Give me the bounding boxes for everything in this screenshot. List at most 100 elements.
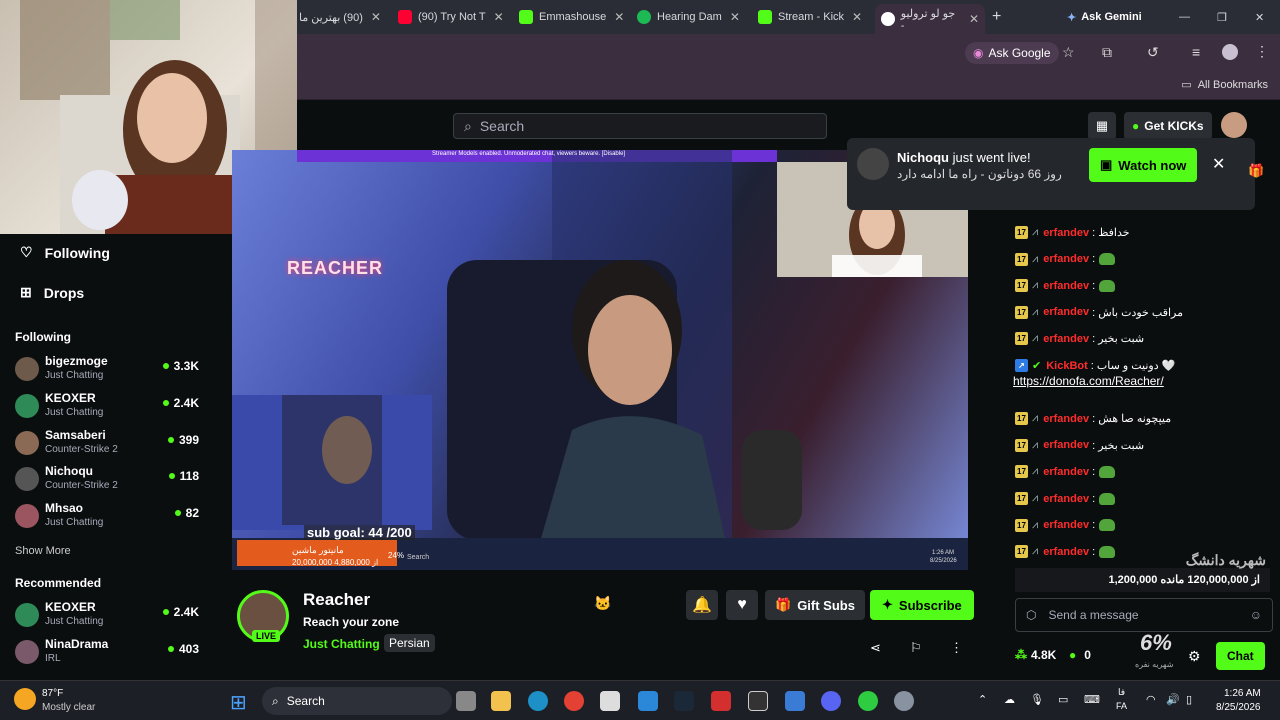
weather-temp[interactable]: 87°F [42, 688, 63, 699]
subscribe-button[interactable]: ✦ Subscribe [870, 590, 974, 620]
new-tab-button[interactable]: + [992, 6, 1001, 28]
video-player[interactable]: Streamer Models enabled. Unmoderated cha… [232, 150, 968, 570]
task-view-icon[interactable] [456, 691, 476, 711]
channel-item[interactable]: Nichoqu Counter-Strike 2 118 [15, 464, 205, 498]
sidebar-item-drops[interactable]: ⊞ Drops [20, 284, 84, 301]
chat-username[interactable]: KickBot [1046, 360, 1088, 372]
chat-input[interactable]: ⬡ Send a message ☺ [1015, 598, 1273, 632]
language-indicator-top[interactable]: فا [1118, 687, 1125, 698]
history-icon[interactable]: ↺ [1147, 44, 1159, 61]
share-icon[interactable]: ⋖ [870, 640, 881, 656]
menu-kebab-icon[interactable]: ⋮ [1255, 43, 1269, 60]
more-options-icon[interactable]: ⋮ [950, 640, 963, 656]
streamer-name[interactable]: Reacher [303, 590, 370, 610]
weather-desc[interactable]: Mostly clear [42, 702, 95, 713]
chat-username[interactable]: erfandev [1043, 413, 1089, 425]
chrome-icon[interactable] [564, 691, 584, 711]
browser-tab[interactable]: (90) بهترین ما ✕ [299, 6, 394, 28]
discord-icon[interactable] [821, 691, 841, 711]
chat-link[interactable]: https://donofa.com/Reacher/ [1013, 374, 1164, 388]
chat-username[interactable]: erfandev [1043, 546, 1089, 558]
gift-icon[interactable]: 🎁 [1248, 163, 1264, 179]
channel-item[interactable]: bigezmoge Just Chatting 3.3K [15, 354, 205, 388]
watch-now-button[interactable]: ▣ Watch now [1089, 148, 1198, 182]
tab-label: (90) Try Not T [418, 11, 486, 23]
close-tab-icon[interactable]: ✕ [969, 12, 979, 26]
chat-username[interactable]: erfandev [1043, 306, 1089, 318]
edge-icon[interactable] [528, 691, 548, 711]
volume-icon[interactable]: 🔊 [1166, 693, 1180, 706]
channel-item[interactable]: KEOXER Just Chatting 2.4K [15, 391, 205, 425]
show-more-link[interactable]: Show More [15, 545, 71, 557]
maximize-button[interactable]: ❐ [1217, 6, 1227, 28]
stream-category[interactable]: Just Chatting [303, 637, 380, 651]
clock-date[interactable]: 8/25/2026 [1216, 702, 1261, 713]
store-icon[interactable] [600, 691, 620, 711]
get-kicks-button[interactable]: ● Get KICKs [1124, 112, 1212, 140]
close-tab-icon[interactable]: ✕ [494, 10, 504, 24]
windows-start-icon[interactable]: ⊞ [230, 690, 247, 715]
close-tab-icon[interactable]: ✕ [852, 10, 862, 24]
chat-send-button[interactable]: Chat [1216, 642, 1265, 670]
chat-username[interactable]: erfandev [1043, 280, 1089, 292]
channel-item[interactable]: Samsaberi Counter-Strike 2 399 [15, 428, 205, 462]
close-tab-icon[interactable]: ✕ [371, 10, 381, 24]
chat-username[interactable]: erfandev [1043, 333, 1089, 345]
clip-icon[interactable]: ⚐ [910, 640, 922, 656]
settings-gear-icon[interactable] [894, 691, 914, 711]
close-tab-icon[interactable]: ✕ [730, 10, 740, 24]
emoji-icon[interactable]: ☺ [1250, 608, 1262, 622]
chat-username[interactable]: erfandev [1043, 493, 1089, 505]
chat-username[interactable]: erfandev [1043, 253, 1089, 265]
channel-item[interactable]: KEOXER Just Chatting 2.4K [15, 600, 205, 634]
stream-tag[interactable]: Persian [384, 634, 435, 652]
taskbar-search[interactable]: ⌕ Search [262, 687, 452, 715]
language-indicator[interactable]: FA [1116, 701, 1127, 711]
browser-tab[interactable]: Emmashouse ✕ [519, 6, 629, 28]
extensions-icon[interactable]: ⧉ [1102, 44, 1112, 61]
browser-tab[interactable]: (90) Try Not T ✕ [398, 6, 508, 28]
all-bookmarks-button[interactable]: ▭ All Bookmarks [1181, 78, 1268, 92]
close-tab-icon[interactable]: ✕ [614, 10, 624, 24]
tray-chevron-up-icon[interactable]: ⌃ [978, 693, 987, 706]
browser-tab[interactable]: Hearing Dam ✕ [637, 6, 747, 28]
profile-avatar[interactable] [1222, 44, 1238, 60]
close-window-button[interactable]: ✕ [1255, 6, 1264, 28]
steam-icon[interactable] [674, 691, 694, 711]
bookmark-star-icon[interactable]: ☆ [1062, 44, 1075, 61]
clock-time[interactable]: 1:26 AM [1224, 688, 1261, 699]
ask-gemini-button[interactable]: ✦ Ask Gemini [1067, 6, 1142, 28]
visual-studio-icon[interactable] [638, 691, 658, 711]
chat-username[interactable]: erfandev [1043, 466, 1089, 478]
ask-google-button[interactable]: ◉ Ask Google [965, 42, 1059, 64]
notification-bell-button[interactable]: 🔔 [686, 590, 718, 620]
search-input[interactable]: ⌕ Search [453, 113, 827, 139]
reading-list-icon[interactable]: ≡ [1192, 44, 1200, 60]
user-avatar[interactable] [1221, 112, 1247, 138]
display-icon[interactable]: ▭ [1058, 693, 1068, 706]
kick-app-icon[interactable] [858, 691, 878, 711]
browser-tab[interactable]: Stream - Kick ✕ [758, 6, 868, 28]
chat-username[interactable]: erfandev [1043, 439, 1089, 451]
chat-username[interactable]: erfandev [1043, 519, 1089, 531]
browser-tab-active[interactable]: جو لو ترولیو - ✕ [875, 4, 985, 34]
follow-button[interactable]: ♥ [726, 590, 758, 620]
chat-username[interactable]: erfandev [1043, 227, 1089, 239]
network-icon[interactable]: ☁ [1004, 693, 1015, 706]
minimize-button[interactable]: — [1179, 6, 1190, 28]
battery-icon[interactable]: ▯ [1186, 693, 1192, 706]
keyboard-icon[interactable]: ⌨ [1084, 693, 1100, 706]
gift-subs-button[interactable]: 🎁 Gift Subs [765, 590, 865, 620]
sidebar-item-following[interactable]: ♡ Following [20, 244, 110, 261]
channel-item[interactable]: Mhsao Just Chatting 82 [15, 501, 205, 535]
channel-item[interactable]: NinaDrama IRL 403 [15, 637, 205, 671]
anydesk-icon[interactable] [711, 691, 731, 711]
store-icon[interactable]: ▦ [1088, 112, 1116, 140]
file-explorer-icon[interactable] [491, 691, 511, 711]
microphone-icon[interactable]: 🎙 [1030, 693, 1044, 706]
wifi-icon[interactable]: ◠ [1146, 693, 1156, 706]
obs-icon[interactable] [748, 691, 768, 711]
close-icon[interactable]: ✕ [1212, 154, 1225, 174]
photos-icon[interactable] [785, 691, 805, 711]
settings-gear-icon[interactable]: ⚙ [1188, 648, 1201, 665]
